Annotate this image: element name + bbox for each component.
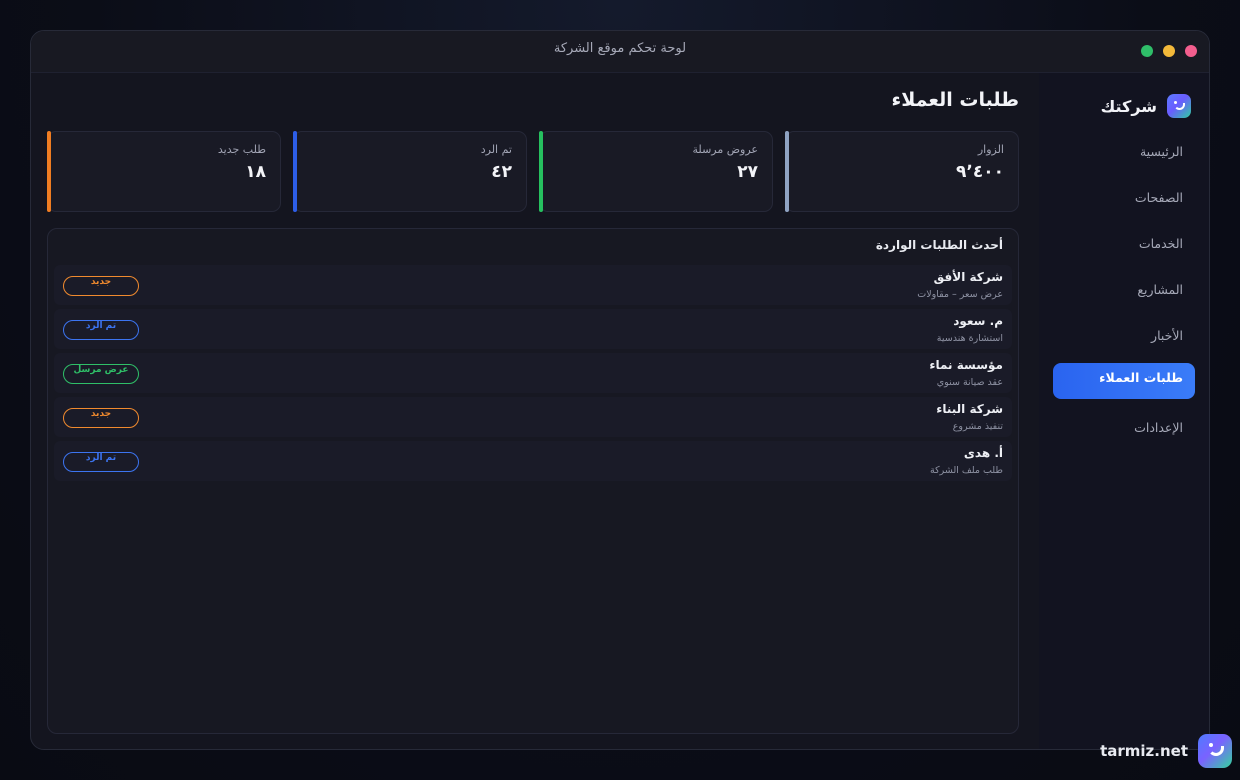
request-name: مؤسسة نماء	[929, 358, 1003, 372]
stats-row: الزوار ٩٬٤٠٠ عروض مرسلة ٢٧ تم الرد ٤٢ طل…	[47, 131, 1019, 212]
page-title: طلبات العملاء	[891, 89, 1020, 111]
stat-card-visitors: الزوار ٩٬٤٠٠	[785, 131, 1019, 212]
list-item[interactable]: شركة الأفق عرض سعر – مقاولات جديد	[54, 265, 1012, 305]
stat-card-replied: تم الرد ٤٢	[293, 131, 527, 212]
sidebar-item-services[interactable]: الخدمات	[1053, 225, 1195, 261]
footer-site-name: tarmiz.net	[1100, 742, 1188, 760]
status-badge: عرض مرسل	[63, 364, 139, 384]
sidebar-item-news[interactable]: الأخبار	[1053, 317, 1195, 353]
stat-value: ٩٬٤٠٠	[956, 162, 1004, 182]
main-content: طلبات العملاء الزوار ٩٬٤٠٠ عروض مرسلة ٢٧…	[31, 73, 1039, 749]
request-type: تنفيذ مشروع	[952, 421, 1003, 432]
stat-accent-bar	[47, 131, 51, 212]
list-item[interactable]: أ. هدى طلب ملف الشركة تم الرد	[54, 441, 1012, 481]
stat-accent-bar	[785, 131, 789, 212]
smile-logo-icon	[1198, 734, 1232, 768]
list-item[interactable]: م. سعود استشارة هندسية تم الرد	[54, 309, 1012, 349]
request-type: طلب ملف الشركة	[929, 465, 1003, 476]
request-name: شركة الأفق	[933, 270, 1003, 284]
title-bar: لوحة تحكم موقع الشركة	[31, 31, 1209, 73]
request-type: عرض سعر – مقاولات	[917, 289, 1003, 300]
app-window: لوحة تحكم موقع الشركة شركتك الرئيسية الص…	[30, 30, 1210, 750]
footer-brand[interactable]: tarmiz.net	[1100, 734, 1232, 768]
smile-logo-icon	[1167, 94, 1191, 118]
requests-list: شركة الأفق عرض سعر – مقاولات جديد م. سعو…	[54, 265, 1012, 485]
status-badge: تم الرد	[63, 320, 139, 340]
sidebar: شركتك الرئيسية الصفحات الخدمات المشاريع …	[1039, 73, 1209, 749]
request-type: استشارة هندسية	[936, 333, 1003, 344]
status-badge: جديد	[63, 408, 139, 428]
sidebar-item-customer-requests[interactable]: طلبات العملاء	[1053, 363, 1195, 399]
brand[interactable]: شركتك	[1101, 93, 1191, 119]
request-type: عقد صيانة سنوي	[936, 377, 1003, 388]
stat-label: تم الرد	[480, 143, 512, 156]
request-name: شركة البناء	[936, 402, 1003, 416]
panel-title: أحدث الطلبات الواردة	[875, 238, 1003, 252]
list-item[interactable]: شركة البناء تنفيذ مشروع جديد	[54, 397, 1012, 437]
stat-value: ٤٢	[491, 162, 512, 182]
stat-label: عروض مرسلة	[692, 143, 758, 156]
stat-value: ٢٧	[737, 162, 758, 182]
request-name: م. سعود	[953, 314, 1003, 328]
stat-card-new-requests: طلب جديد ١٨	[47, 131, 281, 212]
sidebar-item-settings[interactable]: الإعدادات	[1053, 409, 1195, 445]
stat-card-offers-sent: عروض مرسلة ٢٧	[539, 131, 773, 212]
request-name: أ. هدى	[963, 446, 1003, 460]
minimize-button[interactable]	[1163, 45, 1175, 57]
sidebar-item-home[interactable]: الرئيسية	[1053, 133, 1195, 169]
stat-label: طلب جديد	[217, 143, 266, 156]
sidebar-nav: الرئيسية الصفحات الخدمات المشاريع الأخبا…	[1053, 133, 1195, 455]
stat-accent-bar	[293, 131, 297, 212]
stat-label: الزوار	[977, 143, 1004, 156]
sidebar-item-pages[interactable]: الصفحات	[1053, 179, 1195, 215]
sidebar-item-projects[interactable]: المشاريع	[1053, 271, 1195, 307]
status-badge: تم الرد	[63, 452, 139, 472]
latest-requests-panel: أحدث الطلبات الواردة شركة الأفق عرض سعر …	[47, 228, 1019, 734]
close-button[interactable]	[1185, 45, 1197, 57]
window-title: لوحة تحكم موقع الشركة	[553, 41, 687, 56]
status-badge: جديد	[63, 276, 139, 296]
maximize-button[interactable]	[1141, 45, 1153, 57]
brand-name: شركتك	[1100, 96, 1157, 116]
stat-accent-bar	[539, 131, 543, 212]
list-item[interactable]: مؤسسة نماء عقد صيانة سنوي عرض مرسل	[54, 353, 1012, 393]
stat-value: ١٨	[245, 162, 266, 182]
